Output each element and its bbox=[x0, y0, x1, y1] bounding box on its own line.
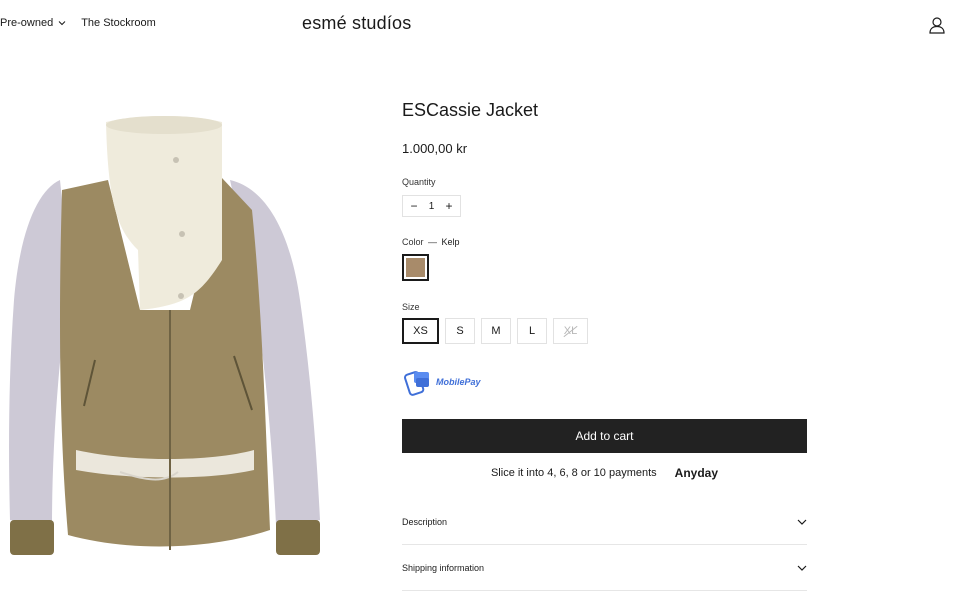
swatch-fill bbox=[406, 258, 425, 277]
site-header: Pre-owned The Stockroom esmé studíos bbox=[0, 0, 960, 50]
size-label: Size bbox=[402, 302, 420, 312]
product-image[interactable] bbox=[0, 110, 340, 560]
color-separator: — bbox=[428, 237, 438, 247]
quantity-stepper[interactable]: − 1 + bbox=[402, 195, 461, 217]
chevron-down-icon bbox=[58, 21, 66, 26]
nav-item-pre-owned[interactable]: Pre-owned bbox=[0, 17, 66, 29]
size-option-xl[interactable]: XL bbox=[553, 318, 588, 344]
color-label: Color — Kelp bbox=[402, 237, 460, 247]
size-option-s[interactable]: S bbox=[445, 318, 475, 344]
installments-banner[interactable]: Slice it into 4, 6, 8 or 10 payments Any… bbox=[402, 466, 807, 480]
decrease-quantity-button[interactable]: − bbox=[407, 199, 421, 213]
add-to-cart-button[interactable]: Add to cart bbox=[402, 419, 807, 453]
installments-text: Slice it into 4, 6, 8 or 10 payments bbox=[490, 467, 657, 479]
quantity-label: Quantity bbox=[402, 177, 436, 187]
description-accordion[interactable]: Description bbox=[402, 499, 807, 545]
main-nav: Pre-owned The Stockroom bbox=[0, 17, 156, 29]
size-option-m[interactable]: M bbox=[481, 318, 511, 344]
site-logo[interactable]: esmé studíos bbox=[302, 13, 411, 34]
mobilepay-label: MobilePay bbox=[436, 377, 481, 387]
size-option-l[interactable]: L bbox=[517, 318, 547, 344]
accordion-label: Description bbox=[402, 516, 448, 527]
product-title: ESCassie Jacket bbox=[402, 100, 539, 120]
nav-item-the-stockroom[interactable]: The Stockroom bbox=[81, 17, 156, 29]
accordion-label: Shipping information bbox=[402, 562, 485, 573]
chevron-down-icon bbox=[797, 519, 807, 525]
user-icon[interactable] bbox=[928, 16, 946, 34]
size-option-xs[interactable]: XS bbox=[402, 318, 439, 344]
chevron-down-icon bbox=[797, 565, 807, 571]
color-selected-value: Kelp bbox=[441, 237, 460, 247]
nav-label: The Stockroom bbox=[81, 17, 156, 29]
color-swatch-kelp[interactable] bbox=[402, 254, 429, 281]
product-price: 1.000,00 kr bbox=[402, 141, 468, 156]
mobilepay-icon bbox=[404, 371, 429, 396]
nav-label: Pre-owned bbox=[0, 17, 54, 29]
size-options: XS S M L XL bbox=[402, 318, 594, 344]
anyday-logo: Anyday bbox=[674, 466, 719, 480]
mobilepay-badge: MobilePay bbox=[404, 368, 481, 396]
quantity-value[interactable]: 1 bbox=[429, 201, 435, 212]
increase-quantity-button[interactable]: + bbox=[442, 199, 456, 213]
color-label-text: Color bbox=[402, 237, 424, 247]
shipping-information-accordion[interactable]: Shipping information bbox=[402, 545, 807, 591]
